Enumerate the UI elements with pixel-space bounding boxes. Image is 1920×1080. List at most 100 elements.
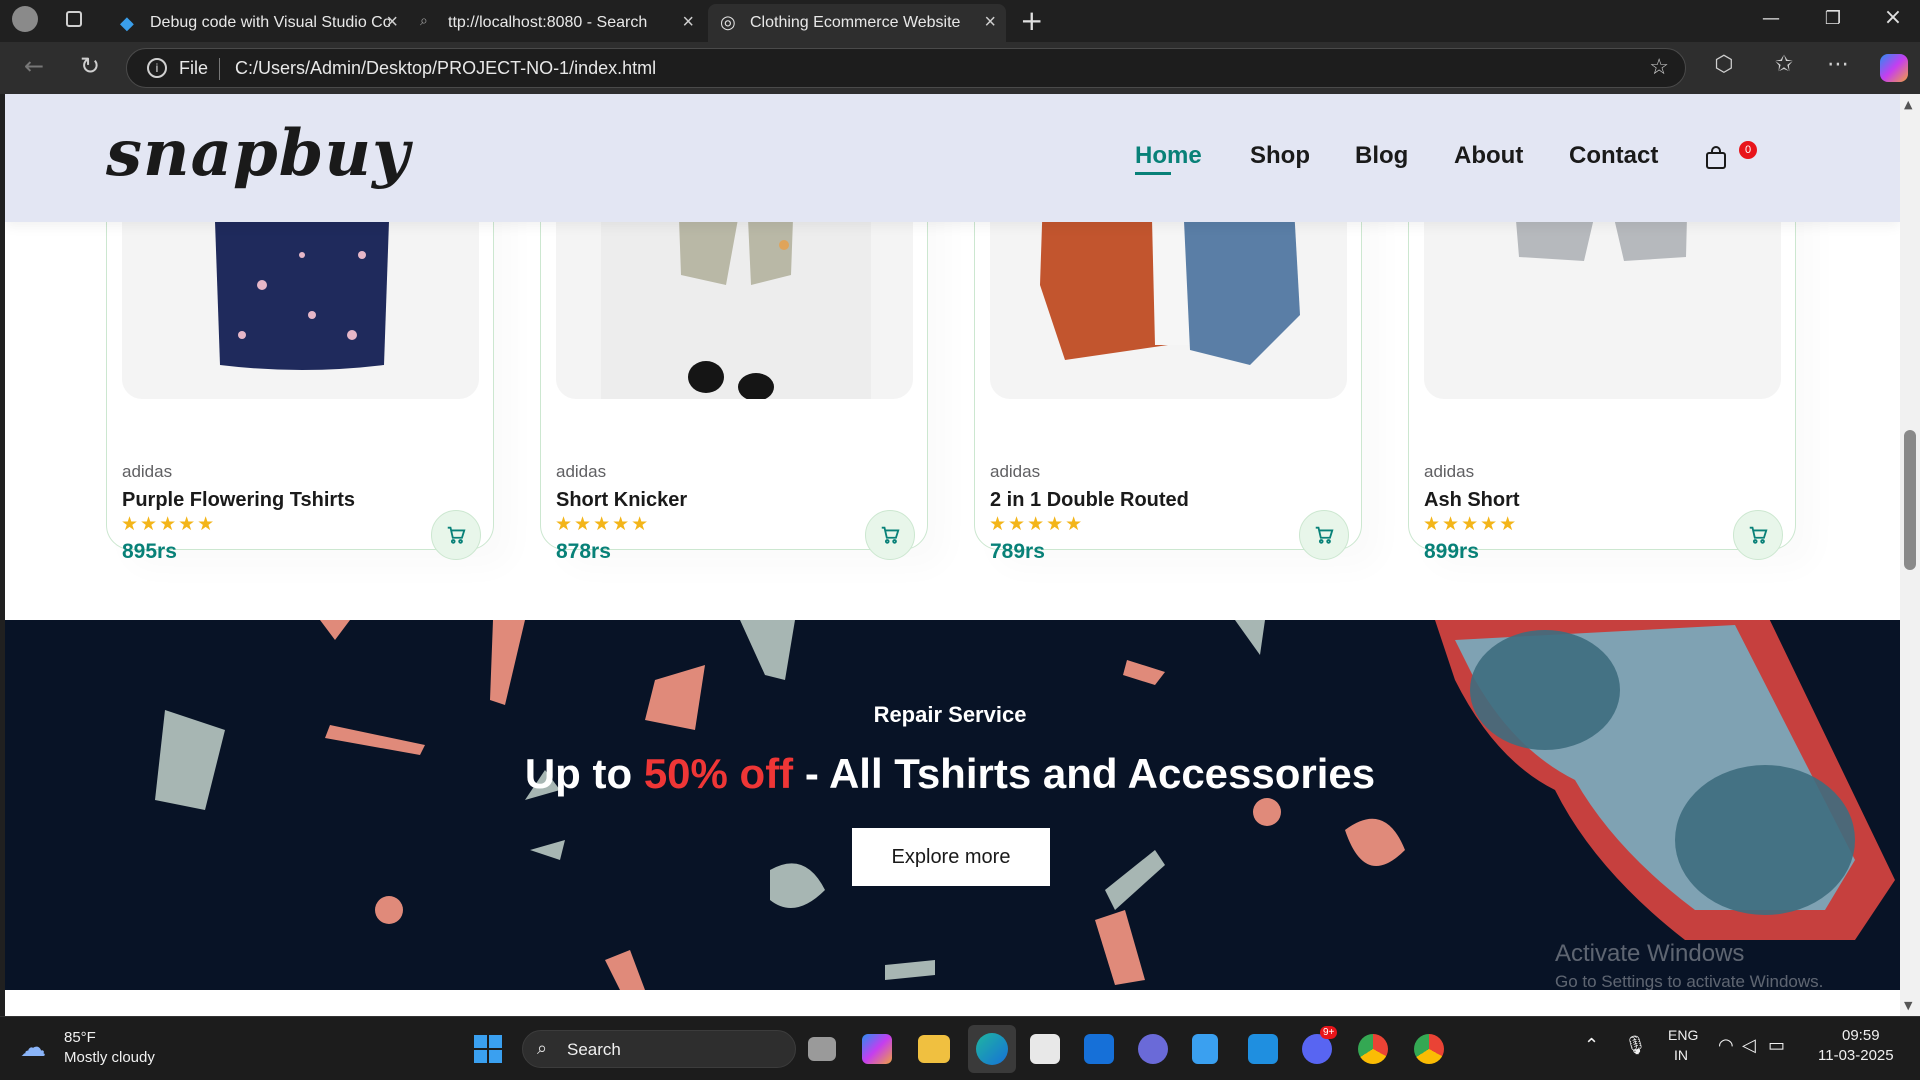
vscode-taskbar-icon[interactable]	[1248, 1034, 1278, 1064]
add-to-cart-button[interactable]	[1733, 510, 1783, 560]
search-icon: ⌕	[420, 12, 428, 28]
vscode-icon: ◆	[120, 13, 134, 33]
nav-home[interactable]: Home	[1135, 142, 1202, 170]
edge-icon[interactable]	[968, 1025, 1016, 1073]
product-name: Short Knicker	[556, 489, 688, 511]
star-rating: ★★★★★	[1423, 513, 1519, 535]
chrome-icon[interactable]	[1358, 1034, 1388, 1064]
window-close-icon[interactable]: ×	[1870, 5, 1916, 30]
new-tab-icon[interactable]: +	[1020, 4, 1043, 37]
star-rating: ★★★★★	[121, 513, 217, 535]
close-icon[interactable]: ×	[682, 11, 694, 34]
discord-icon[interactable]: 9+	[1302, 1026, 1338, 1064]
search-icon: ⌕	[537, 1038, 548, 1059]
shopping-bag-icon[interactable]	[1705, 146, 1727, 174]
tab-search[interactable]: ⌕ ttp://localhost:8080 - Search ×	[412, 4, 704, 42]
back-icon[interactable]: ←	[18, 52, 50, 80]
close-icon[interactable]: ×	[386, 11, 398, 34]
browser-tab-bar: ◆ Debug code with Visual Studio Code × ⌕…	[0, 0, 1920, 42]
product-brand: adidas	[990, 462, 1041, 481]
clock-date[interactable]: 11-03-2025	[1818, 1047, 1894, 1064]
product-price: 789rs	[990, 540, 1045, 563]
restore-icon[interactable]: ❐	[1810, 8, 1856, 29]
banner-title-prefix: Up to	[524, 750, 644, 797]
nav-about[interactable]: About	[1454, 142, 1523, 170]
watermark-line1: Activate Windows	[1555, 940, 1745, 967]
copilot-icon[interactable]	[1880, 54, 1908, 82]
copilot-app-icon[interactable]	[862, 1034, 892, 1064]
nav-contact[interactable]: Contact	[1569, 142, 1658, 170]
url-text: C:/Users/Admin/Desktop/PROJECT-NO-1/inde…	[235, 58, 657, 78]
browser-toolbar: ← ↻ i File C:/Users/Admin/Desktop/PROJEC…	[0, 42, 1920, 94]
cart-icon	[881, 526, 900, 544]
notification-badge: 9+	[1320, 1026, 1338, 1039]
minimize-icon[interactable]: —	[1748, 8, 1794, 29]
banner-title: Up to 50% off - All Tshirts and Accessor…	[5, 750, 1895, 798]
banner-subtitle: Repair Service	[873, 702, 1027, 727]
divider	[219, 58, 220, 80]
battery-icon[interactable]: ▭	[1768, 1035, 1785, 1056]
page-viewport: adidas Purple Flowering Tshirts ★★★★★ 89…	[5, 94, 1900, 1016]
tab-vscode[interactable]: ◆ Debug code with Visual Studio Code ×	[108, 4, 408, 42]
store-icon[interactable]	[1030, 1034, 1060, 1064]
tab-label: Clothing Ecommerce Website	[750, 14, 961, 31]
address-bar[interactable]: i File C:/Users/Admin/Desktop/PROJECT-NO…	[126, 48, 1686, 88]
product-price: 895rs	[122, 540, 177, 563]
cloud-icon: ☁	[20, 1033, 46, 1063]
chrome-profile-icon[interactable]	[1414, 1034, 1444, 1064]
lang-line1[interactable]: ENG	[1668, 1027, 1698, 1043]
add-to-cart-button[interactable]	[1299, 510, 1349, 560]
product-price: 878rs	[556, 540, 611, 563]
product-name: 2 in 1 Double Routed	[990, 489, 1189, 511]
add-to-cart-button[interactable]	[865, 510, 915, 560]
product-brand: adidas	[556, 462, 607, 481]
more-icon[interactable]: ⋯	[1822, 52, 1854, 77]
windows-taskbar: ☁ 85°F Mostly cloudy ⌕ Search 9+ ⌃ 🎙 ENG…	[0, 1016, 1920, 1080]
scroll-down-icon[interactable]: ▼	[1904, 999, 1912, 1012]
weather-widget[interactable]: ☁ 85°F Mostly cloudy	[20, 1027, 200, 1071]
explore-more-button[interactable]: Explore more	[852, 828, 1050, 886]
close-icon[interactable]: ×	[984, 11, 996, 34]
cart-icon	[1315, 526, 1334, 544]
site-logo[interactable]: snapbuy	[106, 116, 410, 191]
activate-windows-watermark: Activate Windows Go to Settings to activ…	[1555, 940, 1823, 990]
volume-icon[interactable]: ◁	[1742, 1035, 1756, 1056]
nav-shop[interactable]: Shop	[1250, 142, 1310, 170]
file-explorer-icon[interactable]	[918, 1035, 950, 1063]
profile-avatar-icon[interactable]	[12, 6, 38, 32]
banner-title-suffix: - All Tshirts and Accessories	[793, 750, 1376, 797]
scrollbar-thumb[interactable]	[1904, 430, 1916, 570]
app-icon[interactable]	[1138, 1034, 1168, 1064]
favorites-icon[interactable]: ✩	[1768, 52, 1800, 77]
banner-title-highlight: 50% off	[643, 750, 794, 797]
taskbar-search-box[interactable]: ⌕ Search	[522, 1030, 796, 1068]
add-to-cart-button[interactable]	[431, 510, 481, 560]
outlook-icon[interactable]	[1084, 1034, 1114, 1064]
confetti-background	[155, 620, 1895, 990]
star-rating: ★★★★★	[989, 513, 1085, 535]
globe-icon: ◎	[720, 12, 736, 32]
tab-actions-icon[interactable]	[66, 11, 82, 27]
wifi-icon[interactable]: ◠	[1718, 1035, 1734, 1056]
lang-line2[interactable]: IN	[1674, 1047, 1688, 1063]
notepad-icon[interactable]	[1192, 1034, 1218, 1064]
extensions-icon[interactable]: ⬡	[1708, 52, 1740, 77]
nav-blog[interactable]: Blog	[1355, 142, 1408, 170]
task-view-icon[interactable]	[808, 1037, 836, 1061]
microphone-icon[interactable]: 🎙	[1624, 1035, 1647, 1056]
product-name: Ash Short	[1424, 489, 1520, 511]
info-icon: i	[147, 58, 167, 78]
edge-logo	[976, 1033, 1008, 1065]
clock-time[interactable]: 09:59	[1842, 1027, 1880, 1044]
product-brand: adidas	[1424, 462, 1475, 481]
search-label: Search	[567, 1040, 621, 1059]
favorite-star-icon[interactable]: ☆	[1649, 54, 1669, 80]
tab-clothing-ecommerce[interactable]: ◎ Clothing Ecommerce Website ×	[708, 4, 1006, 42]
chevron-up-icon[interactable]: ⌃	[1584, 1035, 1599, 1056]
weather-temp: 85°F	[64, 1029, 96, 1046]
cart-icon	[447, 526, 466, 544]
refresh-icon[interactable]: ↻	[74, 52, 106, 80]
scroll-up-icon[interactable]: ▲	[1904, 98, 1912, 111]
promo-banner: Repair Service Up to 50% off - All Tshir…	[5, 620, 1900, 990]
start-button[interactable]	[474, 1035, 502, 1063]
